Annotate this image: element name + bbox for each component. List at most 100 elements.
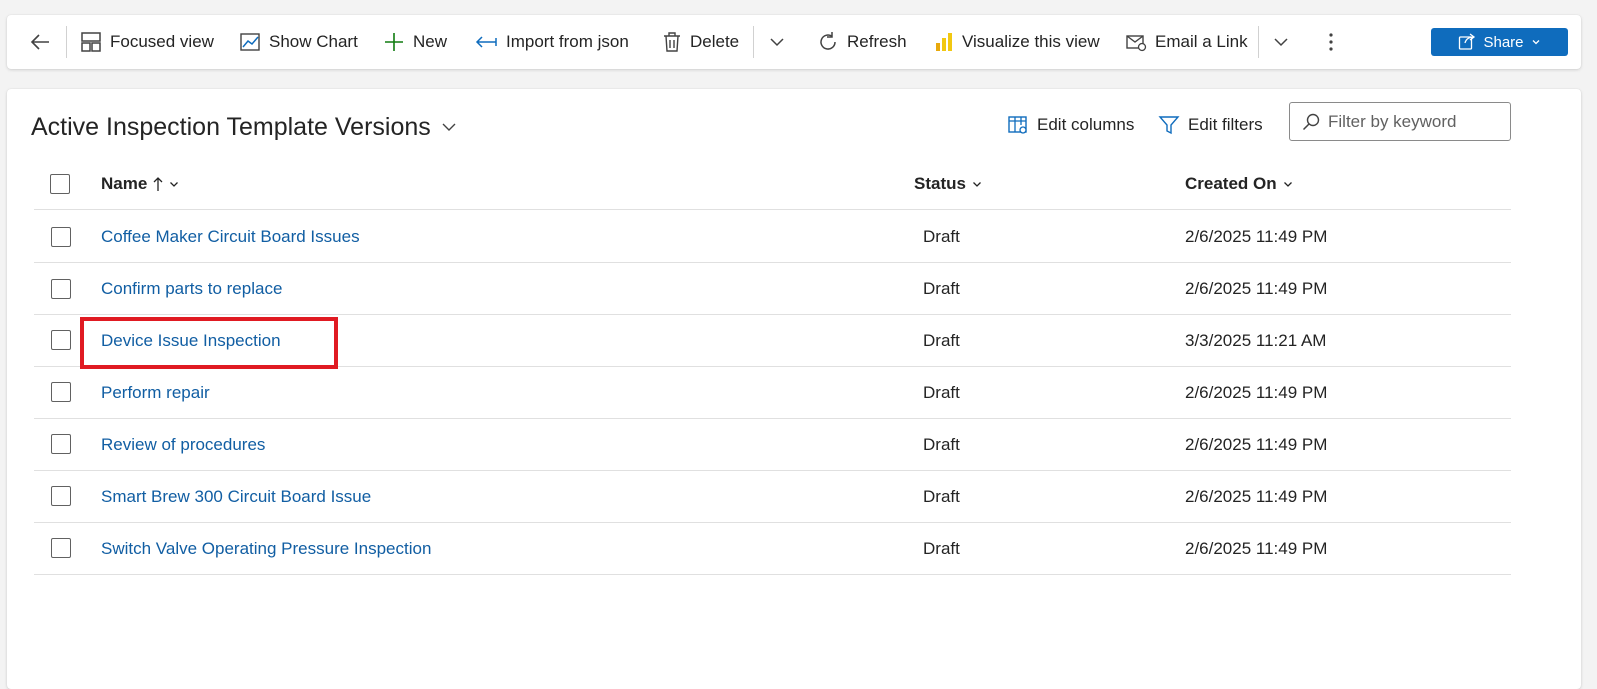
view-selector[interactable]: Active Inspection Template Versions (31, 111, 457, 143)
created-on-cell: 2/6/2025 11:49 PM (1185, 434, 1328, 454)
row-checkbox[interactable] (51, 434, 71, 454)
email-link-icon (1126, 35, 1147, 52)
more-delete-options-button[interactable] (768, 15, 786, 69)
view-title: Active Inspection Template Versions (31, 112, 431, 141)
new-button[interactable]: New (383, 15, 447, 69)
record-name-link[interactable]: Review of procedures (101, 435, 265, 455)
table-row[interactable]: Coffee Maker Circuit Board Issues Draft … (34, 211, 1511, 263)
column-header-name[interactable]: Name (101, 157, 179, 210)
status-column-label: Status (914, 173, 966, 193)
grid-header-row: Name Status Created On (34, 157, 1511, 210)
back-button[interactable] (29, 15, 51, 69)
row-checkbox[interactable] (51, 486, 71, 506)
created-on-cell: 2/6/2025 11:49 PM (1185, 538, 1328, 558)
grid-panel: Active Inspection Template Versions Edit… (7, 89, 1581, 689)
sort-ascending-icon (153, 176, 163, 191)
status-cell: Draft (923, 382, 960, 402)
row-checkbox[interactable] (51, 227, 71, 247)
chevron-down-icon (1283, 181, 1292, 187)
refresh-icon (820, 32, 836, 50)
show-chart-button[interactable]: Show Chart (239, 15, 358, 69)
row-checkbox[interactable] (51, 330, 71, 350)
record-name-link[interactable]: Coffee Maker Circuit Board Issues (101, 227, 360, 247)
toolbar-divider (1258, 26, 1259, 58)
focused-view-button[interactable]: Focused view (80, 15, 214, 69)
delete-button[interactable]: Delete (662, 15, 739, 69)
new-label: New (413, 32, 448, 51)
plus-icon (385, 33, 403, 51)
status-cell: Draft (923, 278, 960, 298)
status-cell: Draft (923, 434, 960, 454)
record-name-link[interactable]: Confirm parts to replace (101, 279, 282, 299)
table-row[interactable]: Perform repair Draft 2/6/2025 11:49 PM (34, 367, 1511, 419)
status-cell: Draft (923, 330, 960, 350)
column-header-status[interactable]: Status (914, 157, 982, 210)
import-json-button[interactable]: Import from json (474, 15, 629, 69)
chevron-down-icon (170, 181, 179, 187)
delete-label: Delete (690, 32, 740, 51)
command-bar: Focused view Show Chart New Import from … (7, 15, 1581, 69)
toolbar-divider (753, 26, 754, 58)
email-link-label: Email a Link (1155, 32, 1248, 51)
name-column-label: Name (101, 173, 148, 193)
filter-input[interactable] (1328, 111, 1508, 132)
toolbar-divider (66, 26, 67, 58)
chevron-down-icon (1274, 38, 1288, 47)
created-on-cell: 2/6/2025 11:49 PM (1185, 278, 1328, 298)
power-bi-icon (936, 33, 952, 51)
created-on-cell: 2/6/2025 11:49 PM (1185, 382, 1328, 402)
show-chart-label: Show Chart (269, 32, 358, 51)
visualize-view-label: Visualize this view (962, 32, 1100, 51)
edit-filters-button[interactable]: Edit filters (1158, 111, 1263, 139)
import-arrow-icon (475, 36, 497, 48)
created-on-column-label: Created On (1185, 173, 1277, 193)
table-row[interactable]: Smart Brew 300 Circuit Board Issue Draft… (34, 471, 1511, 523)
chevron-down-icon (1532, 40, 1539, 45)
row-checkbox[interactable] (51, 382, 71, 402)
more-vertical-icon (1329, 33, 1333, 51)
edit-columns-label: Edit columns (1037, 115, 1135, 134)
chevron-down-icon (442, 123, 456, 131)
search-icon (1302, 113, 1320, 130)
refresh-label: Refresh (847, 32, 907, 51)
import-json-label: Import from json (506, 32, 629, 51)
more-email-options-button[interactable] (1272, 15, 1290, 69)
record-name-link[interactable]: Switch Valve Operating Pressure Inspecti… (101, 539, 431, 559)
share-icon (1459, 33, 1476, 50)
record-name-link[interactable]: Smart Brew 300 Circuit Board Issue (101, 487, 371, 507)
table-row[interactable]: Confirm parts to replace Draft 2/6/2025 … (34, 263, 1511, 315)
status-cell: Draft (923, 538, 960, 558)
record-name-link[interactable]: Device Issue Inspection (101, 331, 281, 351)
created-on-cell: 2/6/2025 11:49 PM (1185, 226, 1328, 246)
keyword-filter[interactable] (1289, 102, 1511, 141)
status-cell: Draft (923, 486, 960, 506)
chevron-down-icon (770, 38, 784, 47)
trash-icon (664, 32, 680, 52)
share-label: Share (1483, 33, 1524, 51)
arrow-left-icon (30, 34, 49, 50)
record-name-link[interactable]: Perform repair (101, 383, 210, 403)
column-header-created-on[interactable]: Created On (1185, 157, 1293, 210)
row-checkbox[interactable] (51, 538, 71, 558)
row-checkbox[interactable] (51, 279, 71, 299)
table-row[interactable]: Device Issue Inspection Draft 3/3/2025 1… (34, 315, 1511, 367)
select-all-checkbox[interactable] (50, 174, 70, 194)
chart-icon (240, 33, 260, 51)
visualize-view-button[interactable]: Visualize this view (934, 15, 1100, 69)
created-on-cell: 2/6/2025 11:49 PM (1185, 486, 1328, 506)
more-commands-button[interactable] (1325, 15, 1337, 69)
focused-view-label: Focused view (110, 32, 214, 51)
created-on-cell: 3/3/2025 11:21 AM (1185, 330, 1327, 350)
share-button[interactable]: Share (1431, 28, 1568, 56)
edit-columns-icon (1008, 116, 1027, 134)
table-row[interactable]: Review of procedures Draft 2/6/2025 11:4… (34, 419, 1511, 471)
layout-grid-icon (81, 32, 101, 52)
refresh-button[interactable]: Refresh (817, 15, 907, 69)
edit-filters-label: Edit filters (1188, 115, 1263, 134)
status-cell: Draft (923, 226, 960, 246)
edit-columns-button[interactable]: Edit columns (1007, 111, 1134, 139)
chevron-down-icon (973, 181, 981, 187)
filter-icon (1158, 116, 1180, 135)
email-link-button[interactable]: Email a Link (1125, 15, 1248, 69)
table-row[interactable]: Switch Valve Operating Pressure Inspecti… (34, 523, 1511, 575)
